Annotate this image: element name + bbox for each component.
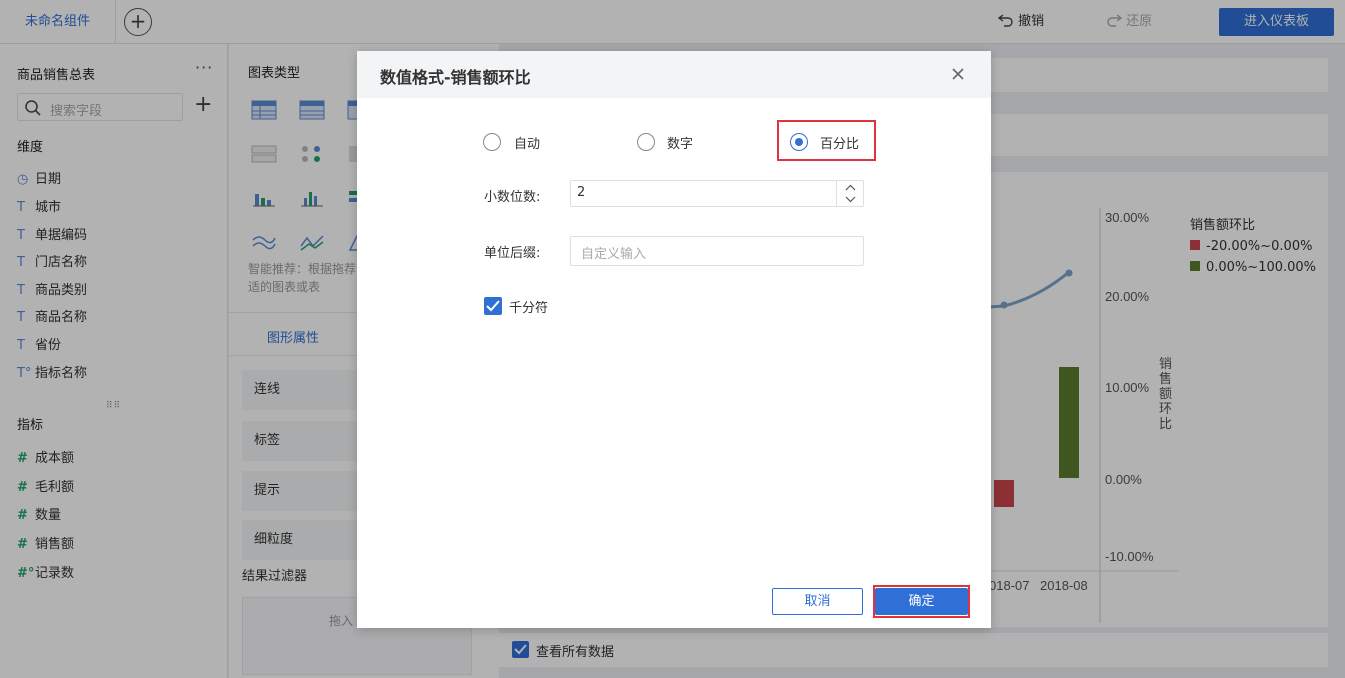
decimal-places-stepper[interactable]: 2 [570, 180, 864, 207]
unit-suffix-placeholder: 自定义输入 [581, 247, 647, 262]
radio-number-label: 数字 [667, 137, 694, 152]
unit-suffix-label: 单位后缀: [484, 246, 541, 261]
radio-auto[interactable] [483, 133, 501, 151]
highlight-confirm-box [873, 585, 970, 618]
thousands-separator-label: 千分符 [509, 301, 549, 316]
cancel-button[interactable]: 取消 [772, 588, 863, 615]
number-format-dialog: 数值格式-销售额环比 自动 数字 百分比 小数位数: 2 单位后缀: 自定义输入… [357, 51, 991, 628]
thousands-separator-checkbox[interactable] [484, 297, 502, 315]
dialog-header: 数值格式-销售额环比 [357, 51, 991, 98]
radio-auto-label: 自动 [514, 137, 541, 152]
decimal-places-value: 2 [577, 185, 586, 200]
close-icon[interactable] [950, 66, 966, 82]
chevron-up-icon[interactable] [845, 184, 856, 191]
check-icon [486, 300, 500, 312]
dialog-title: 数值格式-销售额环比 [380, 68, 531, 87]
radio-number[interactable] [637, 133, 655, 151]
stepper-buttons [836, 181, 863, 206]
chevron-down-icon[interactable] [845, 196, 856, 203]
unit-suffix-input[interactable]: 自定义输入 [570, 236, 864, 266]
highlight-percent-box [777, 120, 876, 161]
decimal-places-label: 小数位数: [484, 190, 541, 205]
